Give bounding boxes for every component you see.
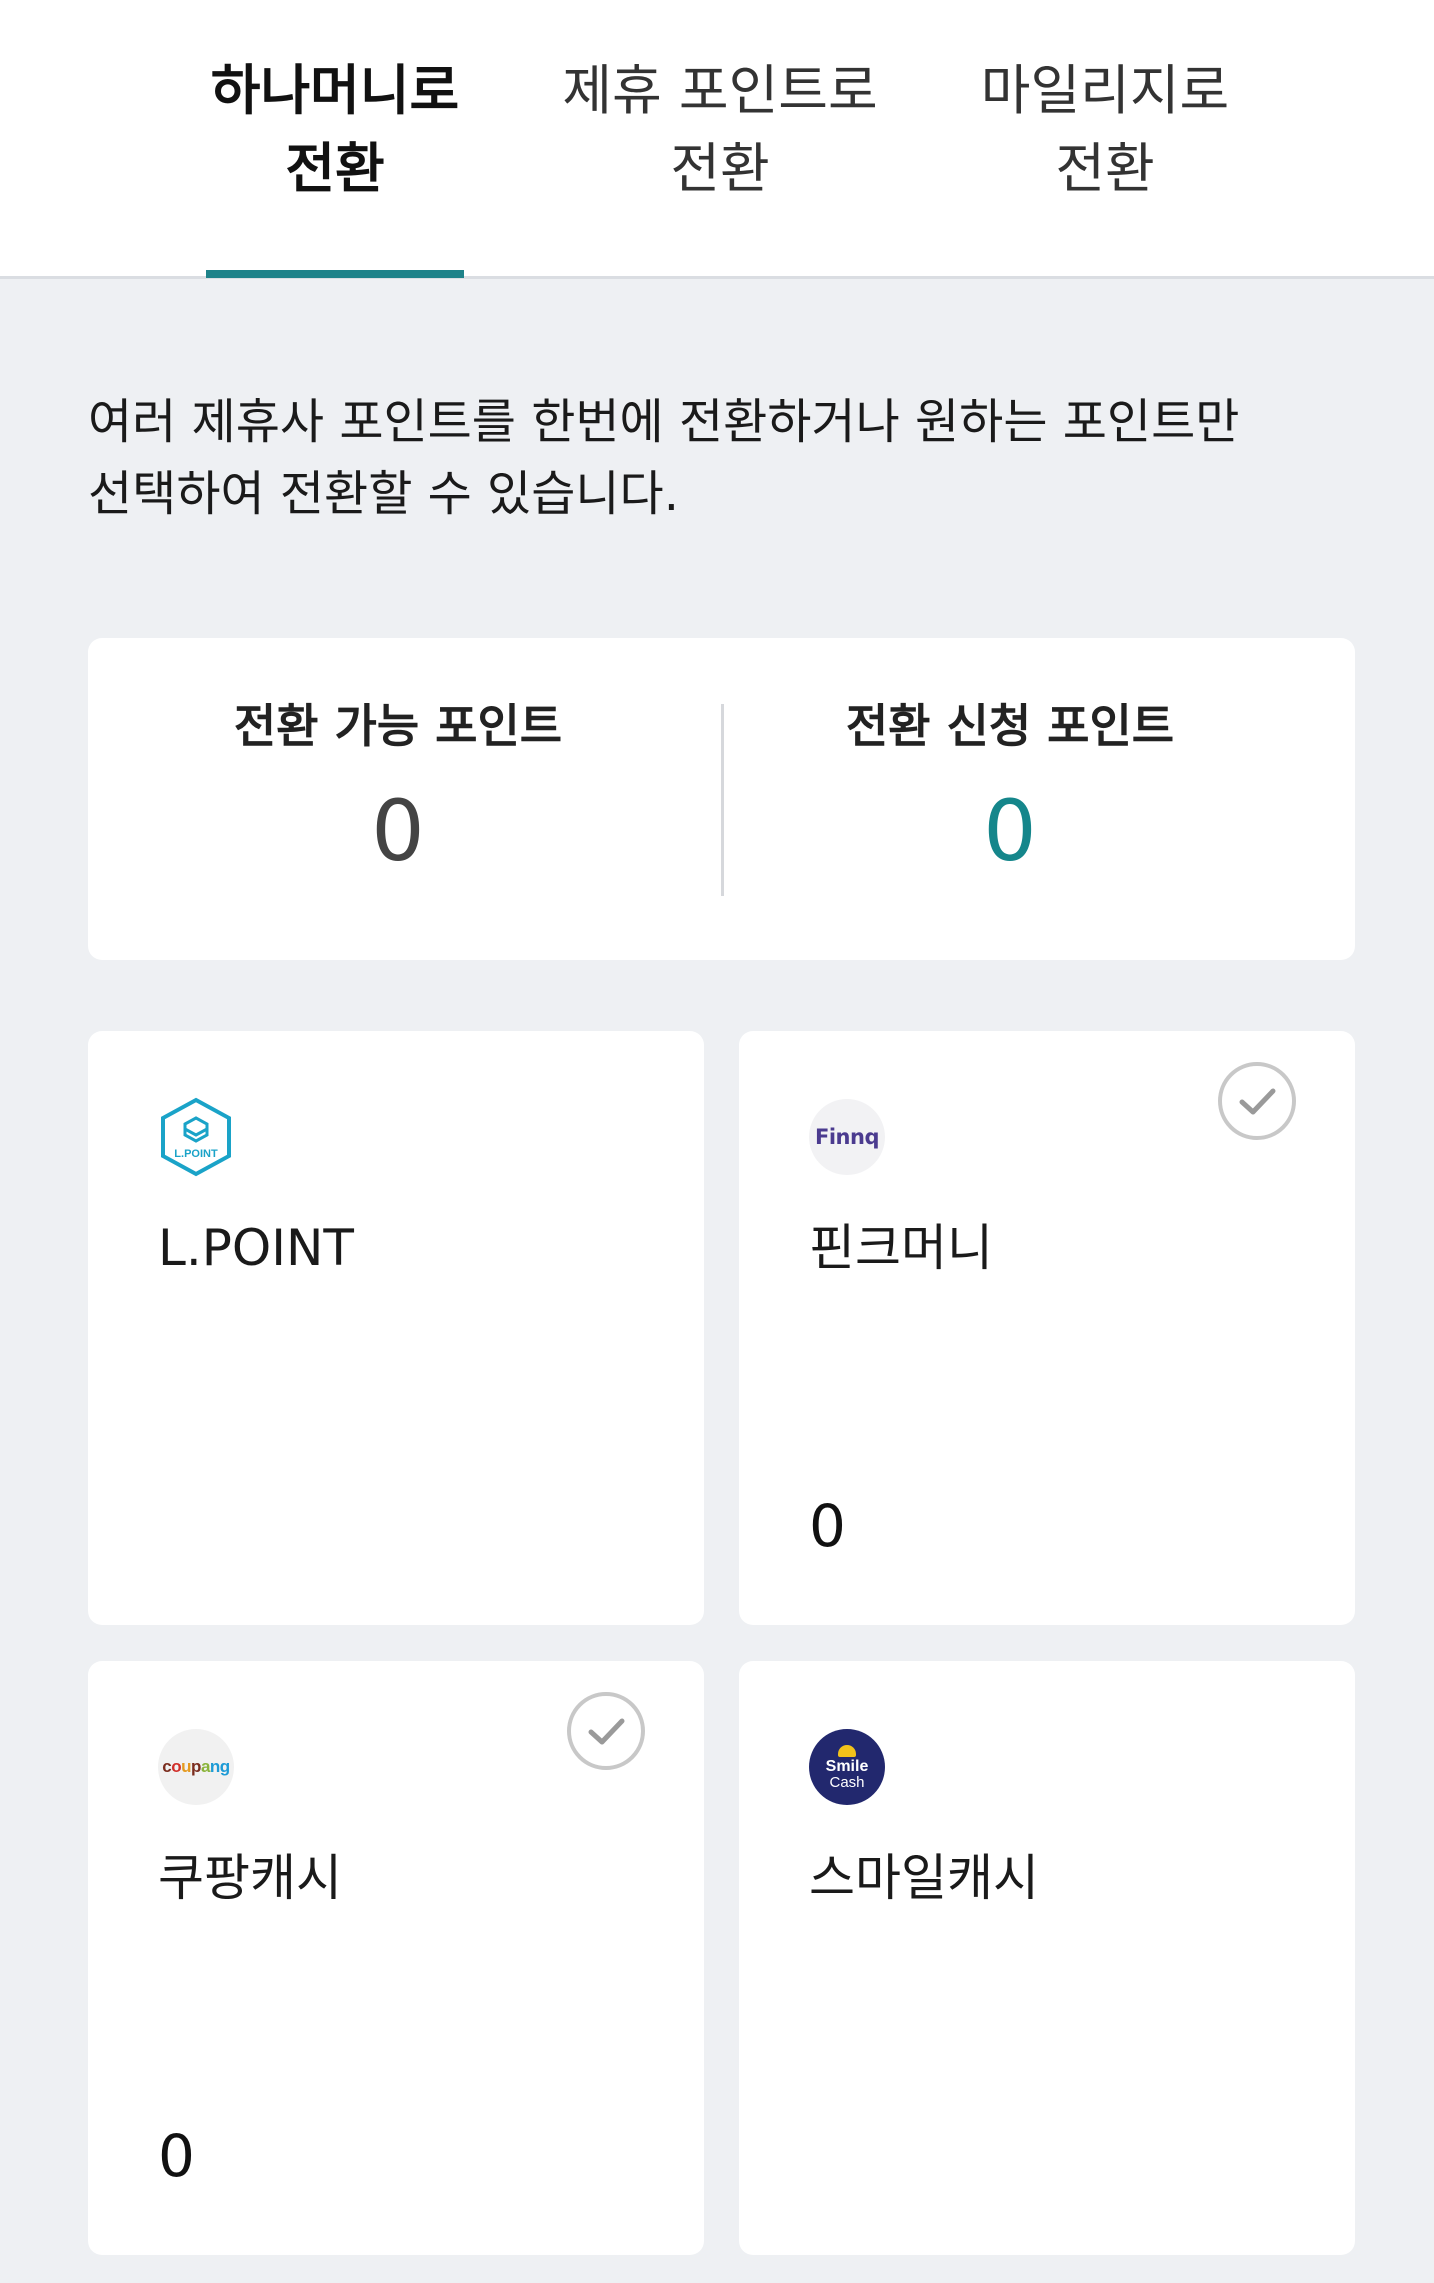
tab-label-line2: 전환 xyxy=(1055,137,1155,200)
lpoint-logo-icon: L.POINT xyxy=(158,1097,234,1177)
partner-amount: 0 xyxy=(809,1492,846,1560)
tab-partner-point-conversion[interactable]: 제휴 포인트로 전환 xyxy=(545,52,895,208)
partner-name: L.POINT xyxy=(158,1219,354,1277)
tab-label-line1: 하나머니로 xyxy=(210,59,460,122)
partner-name: 핀크머니 xyxy=(809,1219,993,1277)
tab-mileage-conversion[interactable]: 마일리지로 전환 xyxy=(960,52,1250,208)
available-points-label: 전환 가능 포인트 xyxy=(233,699,563,753)
tab-label-line2: 전환 xyxy=(285,137,385,200)
check-circle-icon[interactable] xyxy=(1217,1061,1297,1141)
available-points-section: 전환 가능 포인트 0 xyxy=(108,696,688,886)
smilecash-logo-mark: Smile Cash xyxy=(825,1744,869,1791)
check-circle-icon[interactable] xyxy=(566,1691,646,1771)
page-description: 여러 제휴사 포인트를 한번에 전환하거나 원하는 포인트만 선택하여 전환할 … xyxy=(88,386,1358,530)
partner-card-finnq[interactable]: Finnq 핀크머니 0 xyxy=(739,1031,1355,1625)
partner-amount: 0 xyxy=(158,2122,195,2190)
coupang-logo-text: coupang xyxy=(162,1757,230,1776)
requested-points-section: 전환 신청 포인트 0 xyxy=(720,696,1300,886)
tab-label-line2: 전환 xyxy=(670,137,770,200)
requested-points-value: 0 xyxy=(983,782,1037,880)
smilecash-logo-text-2: Cash xyxy=(829,1773,865,1791)
requested-points-label: 전환 신청 포인트 xyxy=(845,699,1175,753)
lpoint-logo-text: L.POINT xyxy=(174,1148,218,1160)
finnq-logo-icon: Finnq xyxy=(809,1099,885,1175)
conversion-tab-bar: 하나머니로 전환 제휴 포인트로 전환 마일리지로 전환 xyxy=(0,0,1434,279)
coupang-logo-icon: coupang xyxy=(158,1729,234,1805)
lpoint-logo-svg: L.POINT xyxy=(161,1097,231,1177)
points-summary-card: 전환 가능 포인트 0 전환 신청 포인트 0 xyxy=(88,638,1355,960)
smilecash-logo-text-1: Smile xyxy=(825,1757,869,1775)
description-line2: 선택하여 전환할 수 있습니다. xyxy=(88,466,679,522)
partner-name: 쿠팡캐시 xyxy=(158,1849,342,1907)
partner-card-smilecash[interactable]: Smile Cash 스마일캐시 xyxy=(739,1661,1355,2255)
tab-label-line1: 마일리지로 xyxy=(980,59,1230,122)
active-tab-indicator xyxy=(206,270,464,278)
available-points-value: 0 xyxy=(371,782,425,880)
tab-label-line1: 제휴 포인트로 xyxy=(562,59,878,122)
partner-card-lpoint[interactable]: L.POINT L.POINT xyxy=(88,1031,704,1625)
partner-name: 스마일캐시 xyxy=(809,1849,1039,1907)
partner-card-coupang[interactable]: coupang 쿠팡캐시 0 xyxy=(88,1661,704,2255)
description-line1: 여러 제휴사 포인트를 한번에 전환하거나 원하는 포인트만 xyxy=(88,394,1240,450)
tab-hanamoney-conversion[interactable]: 하나머니로 전환 xyxy=(190,52,480,208)
finnq-logo-text: Finnq xyxy=(815,1125,879,1149)
smilecash-logo-icon: Smile Cash xyxy=(809,1729,885,1805)
smile-face-icon xyxy=(838,1744,856,1757)
